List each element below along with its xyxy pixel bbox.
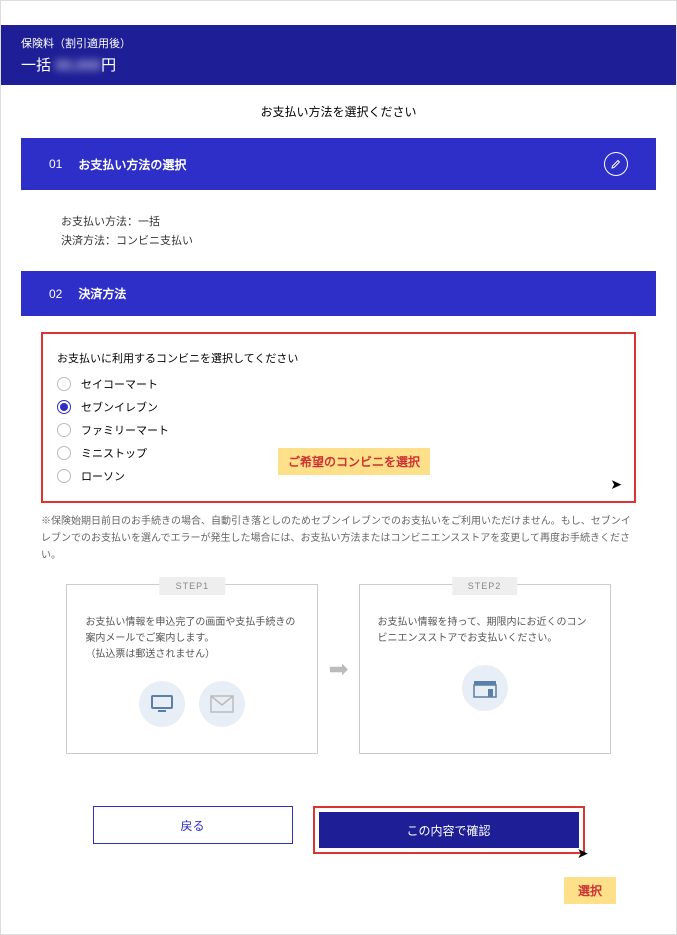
monitor-icon xyxy=(139,681,185,727)
section-num: 02 xyxy=(49,287,62,301)
step1-box: STEP1 お支払い情報を申込完了の画面や支払手続きの案内メールでご案内します。… xyxy=(66,584,318,754)
confirm-button-highlight: この内容で確認 ➤ xyxy=(313,806,585,854)
step2-box: STEP2 お支払い情報を持って、期限内にお近くのコンビニエンスストアでお支払い… xyxy=(359,584,611,754)
radio-icon xyxy=(57,423,71,437)
steps-container: STEP1 お支払い情報を申込完了の画面や支払手続きの案内メールでご案内します。… xyxy=(41,584,636,754)
convenience-radio-option[interactable]: ファミリーマート xyxy=(57,422,620,438)
store-icon xyxy=(462,665,508,711)
section-title: お支払い方法の選択 xyxy=(78,156,604,173)
convenience-radio-option[interactable]: セブンイレブン xyxy=(57,399,620,415)
back-button[interactable]: 戻る xyxy=(93,806,293,844)
step2-label: STEP2 xyxy=(452,577,518,595)
section-payment-method: 01 お支払い方法の選択 xyxy=(21,138,656,190)
convenience-select-box: お支払いに利用するコンビニを選択してください セイコーマートセブンイレブンファミ… xyxy=(41,332,636,503)
annotation-callout-select: 選択 xyxy=(564,877,616,904)
confirm-button[interactable]: この内容で確認 xyxy=(319,812,579,848)
radio-icon xyxy=(57,469,71,483)
footer-buttons: 戻る この内容で確認 ➤ xyxy=(1,806,676,854)
step1-label: STEP1 xyxy=(160,577,226,595)
radio-icon xyxy=(57,400,71,414)
settlement-method-line: 決済方法：コンビニ支払い xyxy=(61,232,616,248)
radio-label: ローソン xyxy=(81,468,125,484)
premium-amount: 一括 00,000円 xyxy=(21,54,656,75)
radio-icon xyxy=(57,377,71,391)
cursor-icon: ➤ xyxy=(610,476,622,493)
section-num: 01 xyxy=(49,157,62,171)
annotation-callout-convenience: ご希望のコンビニを選択 xyxy=(278,448,430,475)
convenience-lead: お支払いに利用するコンビニを選択してください xyxy=(57,350,620,366)
premium-label: 保険料（割引適用後） xyxy=(21,35,656,51)
section1-body: お支払い方法：一括 決済方法：コンビニ支払い xyxy=(21,190,656,271)
disclaimer-note: ※保険始期日前日のお手続きの場合、自動引き落としのためセブンイレブンでのお支払い… xyxy=(41,513,636,564)
radio-icon xyxy=(57,446,71,460)
section-settlement: 02 決済方法 xyxy=(21,271,656,316)
radio-label: ファミリーマート xyxy=(81,422,169,438)
mail-icon xyxy=(199,681,245,727)
cursor-icon: ➤ xyxy=(577,845,589,862)
step2-text: お支払い情報を持って、期限内にお近くのコンビニエンスストアでお支払いください。 xyxy=(378,615,592,647)
radio-label: セイコーマート xyxy=(81,376,158,392)
convenience-radio-option[interactable]: セイコーマート xyxy=(57,376,620,392)
step1-text: お支払い情報を申込完了の画面や支払手続きの案内メールでご案内します。 （払込票は… xyxy=(85,615,299,663)
premium-header: 保険料（割引適用後） 一括 00,000円 xyxy=(1,25,676,85)
payment-method-line: お支払い方法：一括 xyxy=(61,213,616,229)
page-instruction: お支払い方法を選択ください xyxy=(1,85,676,138)
arrow-icon: ➡ xyxy=(328,655,348,684)
radio-label: セブンイレブン xyxy=(81,399,158,415)
radio-label: ミニストップ xyxy=(81,445,147,461)
edit-icon[interactable] xyxy=(604,152,628,176)
section-title: 決済方法 xyxy=(78,285,628,302)
